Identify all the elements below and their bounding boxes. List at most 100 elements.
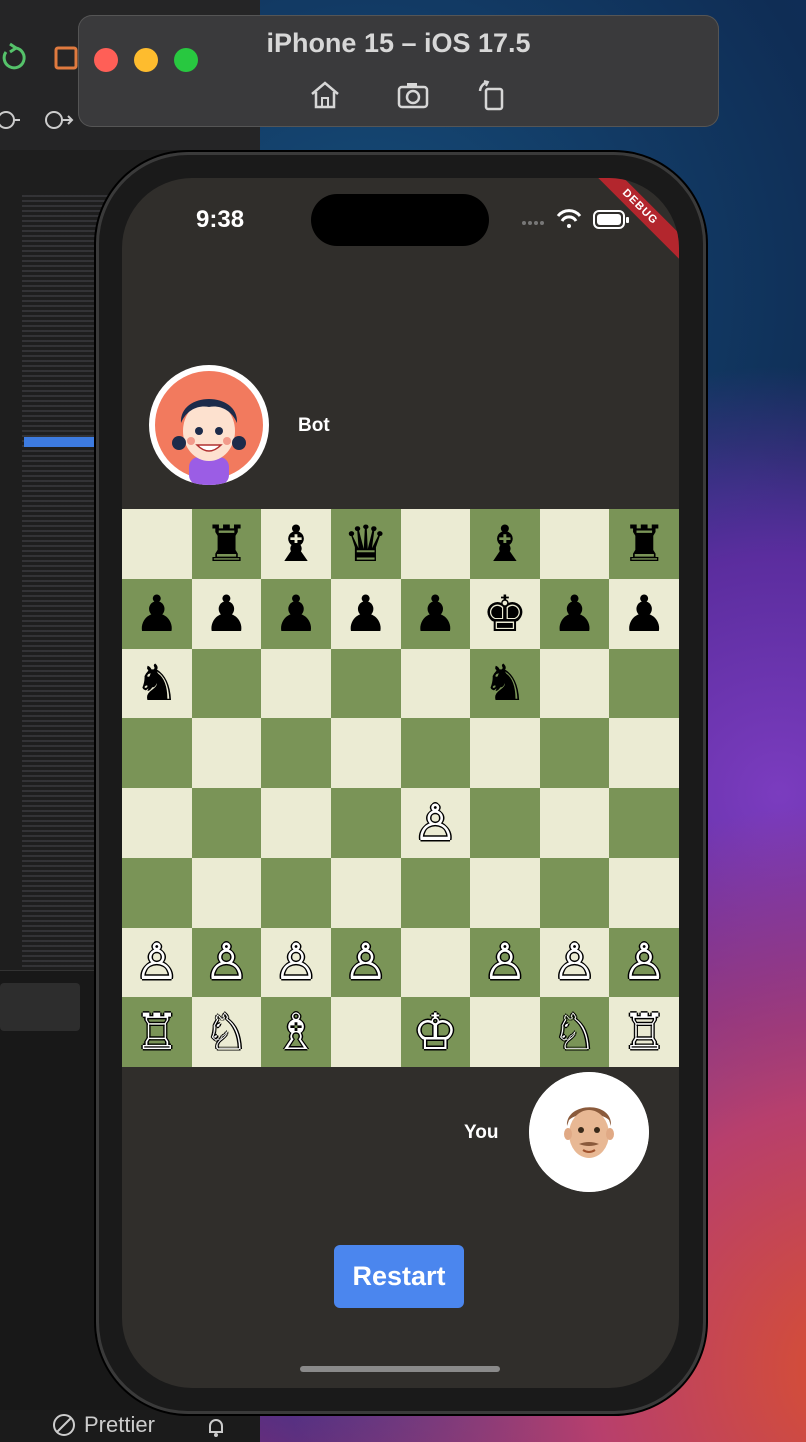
chess-piece[interactable]: ♗ <box>274 1007 319 1057</box>
chess-piece[interactable]: ♟ <box>343 589 388 639</box>
board-square[interactable] <box>261 718 331 788</box>
board-square[interactable] <box>609 857 679 928</box>
chess-piece[interactable]: ♟ <box>413 589 458 639</box>
board-square[interactable] <box>400 857 471 928</box>
board-square[interactable]: ♖ <box>122 997 192 1067</box>
board-square[interactable]: ♙ <box>330 927 401 998</box>
chess-piece[interactable]: ♟ <box>134 589 179 639</box>
board-square[interactable] <box>330 788 401 858</box>
board-square[interactable] <box>609 718 679 788</box>
board-square[interactable]: ♙ <box>191 927 262 998</box>
board-square[interactable]: ♟ <box>191 578 262 649</box>
chess-piece[interactable]: ♜ <box>204 519 249 569</box>
chess-piece[interactable]: ♟ <box>622 589 667 639</box>
board-square[interactable] <box>400 509 471 579</box>
board-square[interactable] <box>539 857 610 928</box>
home-indicator[interactable] <box>300 1366 500 1372</box>
chess-piece[interactable]: ♖ <box>622 1007 667 1057</box>
restart-button[interactable]: Restart <box>334 1245 464 1308</box>
board-square[interactable]: ♛ <box>330 509 401 579</box>
board-square[interactable]: ♟ <box>122 578 192 649</box>
board-square[interactable]: ♜ <box>191 509 262 579</box>
board-square[interactable] <box>609 648 679 719</box>
chess-piece[interactable]: ♙ <box>134 937 179 987</box>
board-square[interactable] <box>470 997 540 1067</box>
board-square[interactable] <box>539 788 610 858</box>
board-square[interactable]: ♟ <box>609 578 679 649</box>
board-square[interactable] <box>330 648 401 719</box>
chess-piece[interactable]: ♘ <box>552 1007 597 1057</box>
chess-piece[interactable]: ♝ <box>274 519 319 569</box>
board-square[interactable] <box>400 718 471 788</box>
board-square[interactable] <box>330 857 401 928</box>
chess-piece[interactable]: ♚ <box>483 589 528 639</box>
board-square[interactable] <box>400 648 471 719</box>
board-square[interactable]: ♟ <box>400 578 471 649</box>
chess-piece[interactable]: ♙ <box>413 798 458 848</box>
board-square[interactable]: ♘ <box>539 997 610 1067</box>
chess-piece[interactable]: ♙ <box>622 937 667 987</box>
board-square[interactable]: ♝ <box>470 509 540 579</box>
step-icon[interactable] <box>0 111 20 129</box>
chess-piece[interactable]: ♞ <box>134 658 179 708</box>
board-square[interactable]: ♟ <box>539 578 610 649</box>
rotate-icon[interactable] <box>474 77 510 113</box>
board-square[interactable]: ♗ <box>261 997 331 1067</box>
board-square[interactable] <box>122 857 192 928</box>
board-square[interactable] <box>470 718 540 788</box>
chess-piece[interactable]: ♛ <box>343 519 388 569</box>
board-square[interactable]: ♙ <box>122 927 192 998</box>
board-square[interactable]: ♖ <box>609 997 679 1067</box>
board-square[interactable] <box>191 648 262 719</box>
board-square[interactable]: ♚ <box>470 578 540 649</box>
chess-piece[interactable]: ♝ <box>483 519 528 569</box>
board-square[interactable]: ♟ <box>261 578 331 649</box>
chess-piece[interactable]: ♞ <box>483 658 528 708</box>
board-square[interactable] <box>261 788 331 858</box>
chess-piece[interactable]: ♘ <box>204 1007 249 1057</box>
board-square[interactable]: ♘ <box>191 997 262 1067</box>
board-square[interactable]: ♞ <box>122 648 192 719</box>
board-square[interactable] <box>539 648 610 719</box>
chess-piece[interactable]: ♖ <box>134 1007 179 1057</box>
board-square[interactable]: ♟ <box>330 578 401 649</box>
chess-piece[interactable]: ♟ <box>552 589 597 639</box>
board-square[interactable]: ♝ <box>261 509 331 579</box>
prettier-status[interactable]: Prettier <box>52 1412 155 1438</box>
board-square[interactable] <box>470 788 540 858</box>
home-icon[interactable] <box>307 77 343 113</box>
board-square[interactable] <box>191 857 262 928</box>
board-square[interactable] <box>330 718 401 788</box>
board-square[interactable] <box>191 718 262 788</box>
board-square[interactable] <box>122 788 192 858</box>
chess-piece[interactable]: ♔ <box>413 1007 458 1057</box>
step-into-icon[interactable] <box>45 111 74 129</box>
board-square[interactable] <box>261 648 331 719</box>
board-square[interactable]: ♙ <box>609 927 679 998</box>
board-square[interactable]: ♙ <box>261 927 331 998</box>
board-square[interactable] <box>470 857 540 928</box>
board-square[interactable] <box>539 509 610 579</box>
chess-piece[interactable]: ♙ <box>552 937 597 987</box>
board-square[interactable] <box>191 788 262 858</box>
board-square[interactable]: ♙ <box>470 927 540 998</box>
board-square[interactable] <box>330 997 401 1067</box>
chess-piece[interactable]: ♙ <box>274 937 319 987</box>
board-square[interactable] <box>400 927 471 998</box>
chess-piece[interactable]: ♟ <box>274 589 319 639</box>
board-square[interactable]: ♔ <box>400 997 471 1067</box>
panel-input[interactable] <box>0 983 80 1031</box>
stop-icon[interactable] <box>54 46 78 70</box>
chess-board[interactable]: ♜ ♝ ♛ ♝ ♜ ♟ ♟ ♟ ♟ ♟ ♚ ♟ ♟ ♞ ♞ ♙ ♙ ♙ ♙ ♙ ♙ ♙ ♙ ♖ ♘ ♗ ♔ ♘ ♖ <box>122 509 679 1067</box>
bell-icon[interactable] <box>204 1416 228 1440</box>
board-square[interactable] <box>122 509 192 579</box>
chess-piece[interactable]: ♙ <box>204 937 249 987</box>
board-square[interactable]: ♙ <box>539 927 610 998</box>
refresh-icon[interactable] <box>2 42 26 70</box>
chess-piece[interactable]: ♙ <box>343 937 388 987</box>
board-square[interactable]: ♙ <box>400 788 471 858</box>
chess-piece[interactable]: ♙ <box>483 937 528 987</box>
board-square[interactable] <box>261 857 331 928</box>
chess-piece[interactable]: ♜ <box>622 519 667 569</box>
board-square[interactable]: ♜ <box>609 509 679 579</box>
